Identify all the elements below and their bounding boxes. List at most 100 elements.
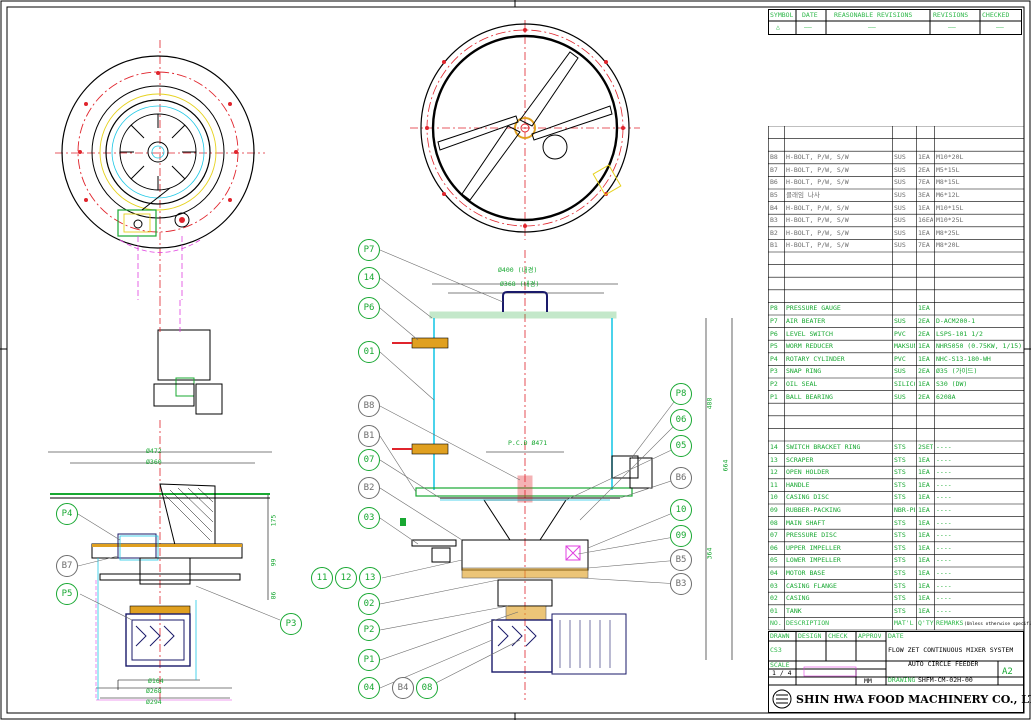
bom-cell: 1EA bbox=[918, 493, 930, 502]
bom-cell: P2 bbox=[770, 380, 778, 388]
balloon-06: 06 bbox=[670, 409, 692, 431]
balloon-p6: P6 bbox=[358, 297, 380, 319]
bom-cell: LSPS-101 1/2 bbox=[936, 329, 983, 338]
tb-cs: CS3 bbox=[770, 646, 782, 654]
bom-cell: 2EA bbox=[918, 367, 930, 376]
bom-cell: ---- bbox=[936, 468, 952, 477]
bom-cell: MAKSUN bbox=[894, 342, 915, 351]
bom-cell: B6 bbox=[770, 178, 778, 187]
bom-cell: SUS bbox=[894, 216, 906, 225]
bom-cell: M5*15L bbox=[936, 165, 960, 174]
bom-cell: 1EA bbox=[918, 506, 930, 514]
tb-date: DATE bbox=[888, 632, 904, 640]
bom-cell: P4 bbox=[770, 354, 778, 363]
bom-cell: M10*20L bbox=[936, 153, 964, 162]
bom-cell: M10*15L bbox=[936, 203, 964, 212]
bom-cell: ---- bbox=[936, 443, 952, 451]
bom-cell: ---- bbox=[936, 606, 952, 615]
bom-cell: 1EA bbox=[918, 342, 930, 351]
bill-of-materials: B8 H-BOLT, P/W, S/W SUS 1EA M10*20L B7 H-BOLT,… bbox=[768, 126, 1031, 631]
balloon-p8: P8 bbox=[670, 383, 692, 405]
balloon-p3: P3 bbox=[280, 613, 302, 635]
bom-cell: 1EA bbox=[918, 380, 930, 388]
bom-cell: ---- bbox=[936, 518, 952, 527]
bom-cell: LEVEL SWITCH bbox=[786, 329, 833, 338]
tb-check: CHECK bbox=[828, 632, 848, 640]
bom-cell: ROTARY CYLINDER bbox=[786, 354, 845, 363]
bom-cell: STS bbox=[894, 594, 906, 603]
bom-cell: ---- bbox=[936, 594, 952, 603]
bom-cell: NHC-S13-180-WH bbox=[936, 354, 991, 363]
bom-cell: 11 bbox=[770, 480, 778, 489]
balloon-b3: B3 bbox=[670, 573, 692, 595]
bom-cell: Ø35 (가이드) bbox=[936, 367, 978, 376]
bom-cell: SUS bbox=[894, 228, 906, 237]
bom-cell: 10 bbox=[770, 493, 778, 502]
bom-cell: ---- bbox=[936, 556, 952, 565]
bom-cell: B5 bbox=[770, 191, 778, 199]
bom-cell: 2EA bbox=[918, 329, 930, 338]
rev-row-revisions: —— bbox=[948, 23, 956, 31]
bom-cell: B3 bbox=[770, 216, 778, 225]
bom-cell: STS bbox=[894, 468, 906, 477]
bom-cell: M8*20L bbox=[936, 241, 960, 250]
bom-cell: 7EA bbox=[918, 241, 930, 250]
tb-scale-value: 1 / 4 bbox=[772, 669, 792, 677]
balloon-14: 14 bbox=[358, 267, 380, 289]
rev-row-symbol: △ bbox=[776, 23, 780, 31]
bom-cell: PVC bbox=[894, 354, 906, 363]
balloon-b6: B6 bbox=[670, 467, 692, 489]
bom-cell: MAIN SHAFT bbox=[786, 518, 826, 527]
bom-cell: STS bbox=[894, 531, 906, 540]
tb-approv: APPROV bbox=[858, 632, 882, 640]
bom-cell: SUS bbox=[894, 165, 906, 174]
bom-cell: STS bbox=[894, 606, 906, 615]
dim-left-294: Ø294 bbox=[146, 698, 162, 706]
dim-left-175: 175 bbox=[269, 514, 278, 527]
bom-cell: P5 bbox=[770, 342, 778, 351]
bom-cell: 2EA bbox=[918, 317, 930, 325]
bom-cell: NBR-PE bbox=[894, 506, 915, 514]
bom-cell: STS bbox=[894, 556, 906, 565]
tb-drawing-label: DRAWING bbox=[888, 676, 916, 684]
title-block: DRAWN DESIGN CHECK APPROV DATE CS3 SCALE… bbox=[768, 631, 1031, 713]
bom-header-cell: NO. bbox=[770, 619, 782, 628]
balloon-b1: B1 bbox=[358, 425, 380, 447]
balloon-13: 13 bbox=[359, 567, 381, 589]
bom-cell: 16EA bbox=[918, 216, 933, 225]
balloon-p1: P1 bbox=[358, 649, 380, 671]
balloon-03: 03 bbox=[358, 507, 380, 529]
dim-left-86: 86 bbox=[269, 591, 278, 600]
bom-cell: 1EA bbox=[918, 354, 930, 363]
bom-cell: STS bbox=[894, 543, 906, 552]
bom-cell: STS bbox=[894, 581, 906, 590]
bom-cell: STS bbox=[894, 455, 906, 464]
bom-cell: ---- bbox=[936, 531, 952, 540]
bom-cell: HANDLE bbox=[786, 480, 810, 489]
bom-cell: NHR5050 (0.75KW, 1/15) bbox=[936, 342, 1023, 351]
bom-cell: P8 bbox=[770, 304, 778, 313]
bom-cell: BALL BEARING bbox=[786, 392, 833, 401]
bom-cell: P3 bbox=[770, 367, 778, 376]
balloon-11: 11 bbox=[311, 567, 333, 589]
bom-cell: PRESSURE GAUGE bbox=[786, 304, 841, 313]
side-detail bbox=[153, 300, 223, 415]
bom-cell: 2SET bbox=[918, 443, 933, 451]
revision-table: SYMBOL DATE REASONABLE REVISIONS REVISIO… bbox=[768, 9, 1022, 35]
tb-drawn: DRAWN bbox=[770, 632, 790, 640]
bom-cell: CASING bbox=[786, 594, 810, 603]
tb-title2: AUTO CIRCLE FEEDER bbox=[908, 660, 979, 668]
bom-cell: ---- bbox=[936, 455, 952, 464]
bom-cell: OPEN HOLDER bbox=[786, 468, 830, 477]
bom-cell: P6 bbox=[770, 329, 778, 338]
bom-cell: LOWER IMPELLER bbox=[786, 556, 841, 565]
bom-cell: 12 bbox=[770, 468, 778, 477]
bom-cell: P7 bbox=[770, 317, 778, 325]
bom-cell: SUS bbox=[894, 392, 906, 401]
dim-left-360: Ø360 bbox=[146, 458, 162, 466]
balloon-04: 04 bbox=[358, 677, 380, 699]
bom-cell: SUS bbox=[894, 178, 906, 187]
bom-cell: 1EA bbox=[918, 153, 930, 162]
bom-cell: SCRAPER bbox=[786, 455, 814, 464]
bom-cell: 09 bbox=[770, 506, 778, 514]
